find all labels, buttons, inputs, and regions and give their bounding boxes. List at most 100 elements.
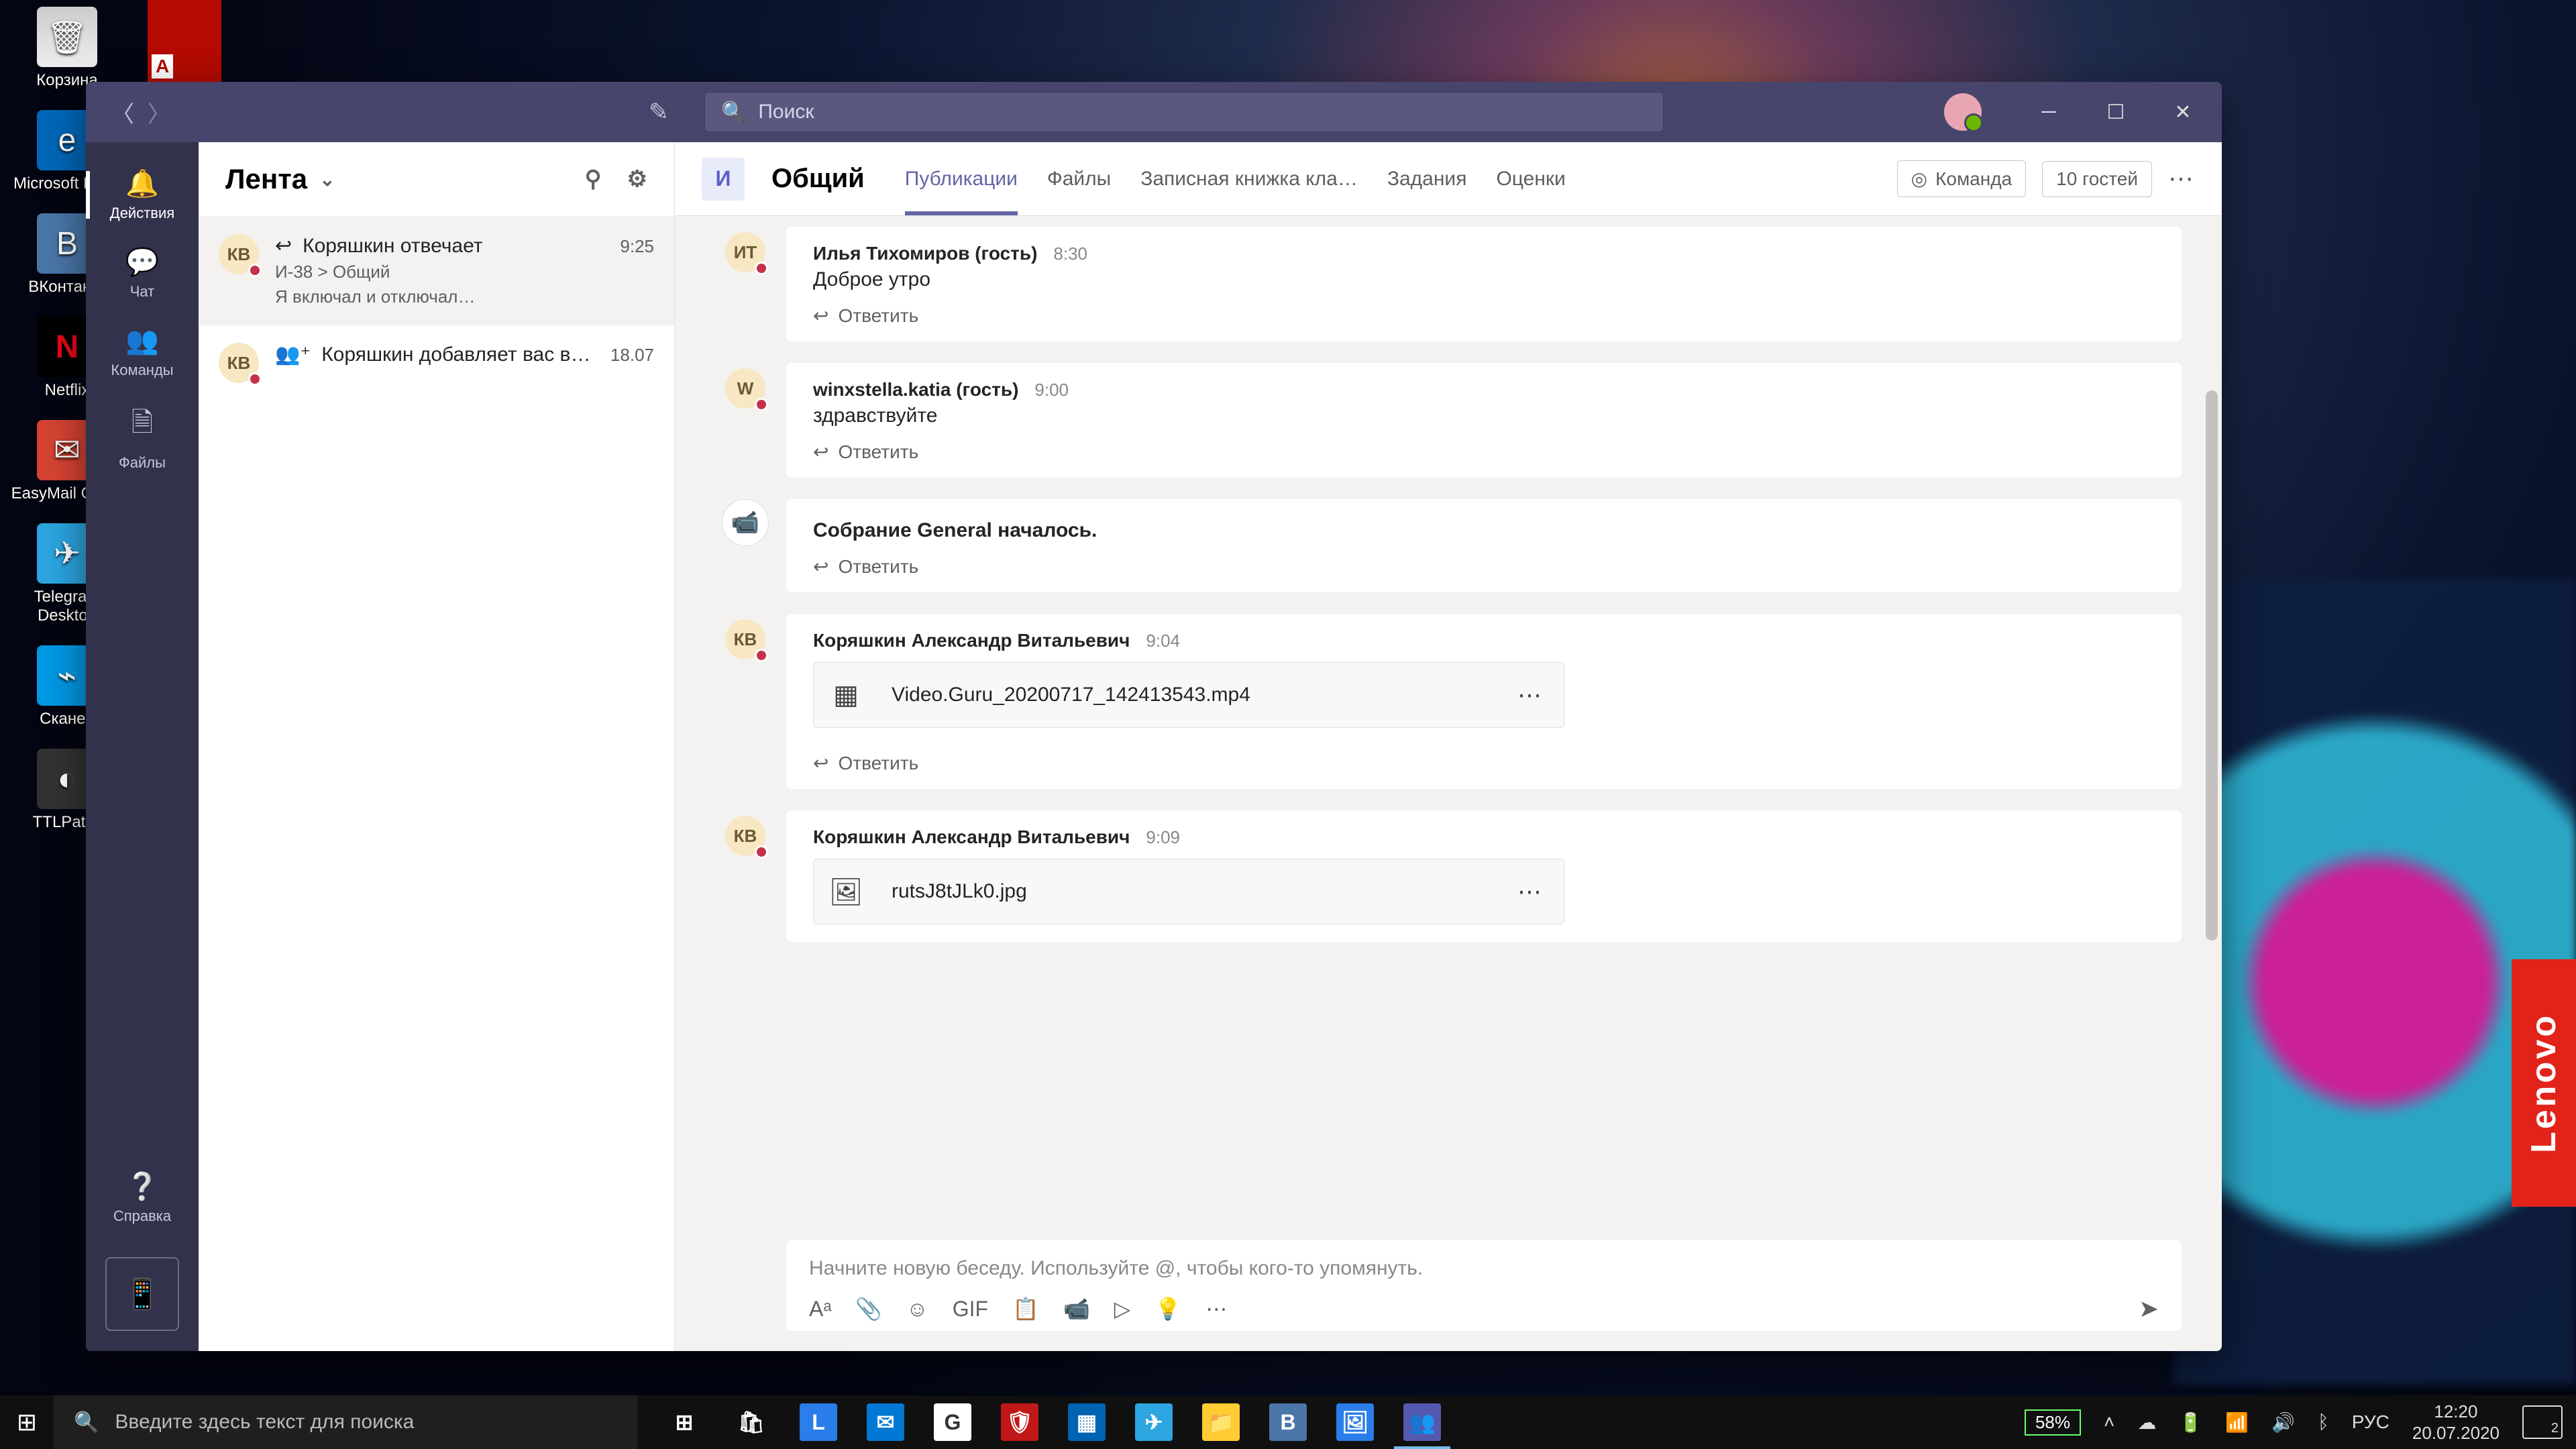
clock-date: 20.07.2020 [2412,1422,2500,1444]
avatar: КВ [219,234,259,274]
taskbar-app-task-view[interactable]: ⊞ [651,1395,718,1449]
chevron-down-icon[interactable]: ⌄ [319,168,335,191]
clock[interactable]: 12:20 20.07.2020 [2412,1401,2500,1444]
taskbar-app-mcafee[interactable]: 🛡 [986,1395,1053,1449]
bluetooth-icon[interactable]: ᛒ [2318,1411,2329,1433]
minimize-button[interactable]: ─ [2022,92,2076,132]
filter-icon[interactable]: ⚲ [585,166,602,193]
msg-time: 9:09 [1146,827,1180,848]
feed-item[interactable]: КВ ↩ Коряшкин отвечает9:25 И-38 > Общий … [199,216,674,325]
rail-item[interactable]: 🗎Файлы [86,391,199,484]
channel-pane: И Общий Публикации Файлы Записная книжка к… [675,142,2222,1351]
send-button[interactable]: ➤ [2139,1295,2159,1323]
profile-avatar[interactable] [1944,93,1982,131]
composer-tool[interactable]: 📹 [1063,1296,1090,1322]
channel-tab[interactable]: Задания [1387,144,1467,215]
attachment-menu[interactable]: ⋯ [1497,877,1564,906]
rail-label: Чат [130,283,155,301]
language-indicator[interactable]: РУС [2352,1411,2390,1433]
rail-item[interactable]: 👥Команды [86,313,199,391]
channel-tab[interactable]: Записная книжка кла… [1140,144,1358,215]
taskbar-app-calculator[interactable]: ▦ [1053,1395,1120,1449]
taskbar-app-photos[interactable]: 🖼 [1322,1395,1389,1449]
channel-tab[interactable]: Файлы [1047,144,1111,215]
feed-item[interactable]: КВ 👥⁺ Коряшкин добавляет вас в…18.07 [199,325,674,400]
composer-tool[interactable]: ☺ [906,1297,928,1322]
rail-help[interactable]: ❔ Справка [86,1159,199,1237]
rail-device-button[interactable]: 📱 [105,1257,179,1331]
team-button[interactable]: ◎ Команда [1897,160,2027,197]
composer-tool[interactable]: ⋯ [1205,1296,1227,1322]
activity-feed: Лента ⌄ ⚲ ⚙ КВ ↩ Коряшкин отвечает9:25 И… [199,142,675,1351]
gear-icon[interactable]: ⚙ [627,166,647,193]
attachment[interactable]: ▦ Video.Guru_20200717_142413543.mp4 ⋯ [813,662,1564,728]
attachment-icon: 🖼 [814,859,878,924]
rail-item[interactable]: 🔔Действия [86,156,199,234]
scrollbar-thumb[interactable] [2206,390,2218,941]
close-button[interactable]: ✕ [2156,92,2210,132]
power-icon[interactable]: 🔋 [2179,1411,2202,1434]
taskbar-app-explorer[interactable]: 📁 [1187,1395,1254,1449]
desktop-icon[interactable]: 🗑Корзина [7,7,127,90]
composer-tool[interactable]: 📋 [1012,1296,1039,1322]
taskbar-search[interactable]: 🔍 Введите здесь текст для поиска [54,1395,637,1449]
back-button[interactable]: 〈 [111,96,134,129]
reply-button[interactable]: ↩Ответить [786,745,2182,789]
start-button[interactable]: ⊞ [0,1395,54,1449]
new-message-button[interactable]: ✎ [640,93,678,131]
avatar: КВ [725,816,765,856]
notif-count: 2 [2551,1421,2559,1436]
guests-chip[interactable]: 10 гостей [2042,161,2152,197]
msteams-window: 〈 〉 ✎ 🔍 Поиск ─ ☐ ✕ 🔔Действия💬Чат👥Команд… [86,82,2222,1351]
channel-name[interactable]: Общий [771,164,865,194]
feed-title[interactable]: Лента [225,163,307,195]
adobe-glyph: A [152,54,173,78]
attachment[interactable]: 🖼 rutsJ8tJLk0.jpg ⋯ [813,859,1564,924]
rail-label: Действия [110,205,174,222]
composer-input[interactable] [809,1257,2159,1280]
avatar: ИТ [725,232,765,272]
search-box[interactable]: 🔍 Поиск [704,92,1664,132]
composer-tool[interactable]: 💡 [1155,1296,1181,1322]
author-row: Коряшкин Александр Витальевич9:09 [813,826,2155,848]
attachment-menu[interactable]: ⋯ [1497,681,1564,709]
more-button[interactable]: ⋯ [2168,164,2195,194]
rail-item[interactable]: 💬Чат [86,234,199,313]
team-icon: ◎ [1911,168,1927,190]
taskbar-app-teams[interactable]: 👥 [1389,1395,1456,1449]
author-name: winxstella.katia (гость) [813,379,1018,400]
taskbar-app-vk[interactable]: B [1254,1395,1322,1449]
taskbar-app-store[interactable]: 🛍 [718,1395,785,1449]
adobe-reader-icon[interactable]: A [148,0,221,83]
feed-pre-icon: 👥⁺ [275,343,311,366]
reply-button[interactable]: ↩Ответить [786,298,2182,341]
tray-chevron-icon[interactable]: ˄ [2104,1411,2114,1433]
action-center[interactable]: 2 [2522,1405,2563,1439]
clock-time: 12:20 [2412,1401,2500,1423]
forward-button[interactable]: 〉 [148,96,170,129]
maximize-button[interactable]: ☐ [2089,92,2143,132]
taskbar-app-chrome[interactable]: G [919,1395,986,1449]
taskbar-app-telegram[interactable]: ✈ [1120,1395,1187,1449]
feed-time: 9:25 [620,236,654,257]
reply-button[interactable]: ↩Ответить [786,549,2182,592]
wifi-icon[interactable]: 📶 [2225,1411,2249,1434]
taskbar-app-lenovo-app[interactable]: L [785,1395,852,1449]
message-thread: КВ Коряшкин Александр Витальевич9:09 🖼 r… [722,800,2182,953]
reply-button[interactable]: ↩Ответить [786,434,2182,478]
composer-tool[interactable]: GIF [953,1297,988,1322]
team-avatar[interactable]: И [702,158,745,201]
volume-icon[interactable]: 🔊 [2271,1411,2295,1434]
battery-indicator[interactable]: 58% [2025,1409,2081,1436]
composer-tool[interactable]: Aᵃ [809,1297,831,1322]
composer-tool[interactable]: 📎 [855,1296,882,1322]
onedrive-icon[interactable]: ☁ [2137,1411,2156,1434]
channel-tab[interactable]: Публикации [905,144,1018,215]
taskbar-app-mail[interactable]: ✉ [852,1395,919,1449]
rail-icon: 🗎 [131,403,153,449]
feed-time: 18.07 [610,345,654,366]
attachment-name: rutsJ8tJLk0.jpg [878,860,1497,923]
composer-tool[interactable]: ▷ [1114,1296,1131,1322]
meeting-icon: 📹 [722,499,769,546]
channel-tab[interactable]: Оценки [1496,144,1565,215]
